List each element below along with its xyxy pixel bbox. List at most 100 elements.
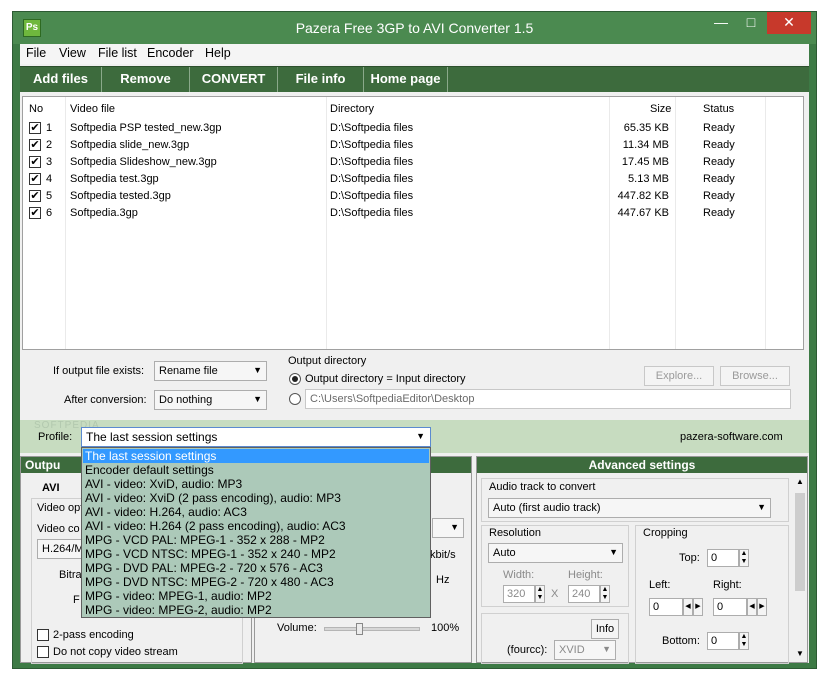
menu-view[interactable]: View bbox=[59, 46, 86, 60]
audio-codec-select[interactable]: ▼ bbox=[432, 518, 464, 538]
fourcc-select[interactable]: XVID ▼ bbox=[554, 640, 616, 660]
row-dir: D:\Softpedia files bbox=[330, 207, 414, 219]
fourcc-label: (fourcc): bbox=[507, 644, 548, 656]
menu-file-list[interactable]: File list bbox=[98, 46, 137, 60]
browse-button[interactable]: Browse... bbox=[720, 366, 790, 386]
row-dir: D:\Softpedia files bbox=[330, 122, 414, 134]
crop-right-input[interactable]: 0 bbox=[713, 598, 747, 616]
scroll-up-icon[interactable]: ▲ bbox=[796, 477, 804, 486]
profile-option[interactable]: MPG - DVD NTSC: MPEG-2 - 720 x 480 - AC3 bbox=[83, 575, 429, 589]
profile-option[interactable]: AVI - video: H.264, audio: AC3 bbox=[83, 505, 429, 519]
volume-slider-thumb[interactable] bbox=[356, 623, 363, 635]
header-no[interactable]: No bbox=[29, 103, 43, 115]
resolution-select[interactable]: Auto ▼ bbox=[488, 543, 623, 563]
profile-option[interactable]: AVI - video: XviD, audio: MP3 bbox=[83, 477, 429, 491]
table-row[interactable]: ✔ 6 Softpedia.3gp D:\Softpedia files 447… bbox=[23, 205, 803, 222]
crop-top-input[interactable]: 0 bbox=[707, 549, 739, 567]
crop-top-label: Top: bbox=[679, 552, 700, 564]
crop-right-spinner[interactable]: ◀ bbox=[747, 598, 757, 616]
header-video-file[interactable]: Video file bbox=[70, 103, 115, 115]
profile-option[interactable]: AVI - video: H.264 (2 pass encoding), au… bbox=[83, 519, 429, 533]
two-pass-checkbox[interactable] bbox=[37, 629, 49, 641]
crop-right-spinner-right[interactable]: ▶ bbox=[757, 598, 767, 616]
height-input[interactable]: 240 bbox=[568, 585, 600, 603]
no-copy-checkbox[interactable] bbox=[37, 646, 49, 658]
crop-left-spinner-right[interactable]: ▶ bbox=[693, 598, 703, 616]
file-info-button[interactable]: File info bbox=[278, 67, 364, 92]
add-files-button[interactable]: Add files bbox=[20, 67, 102, 92]
profile-option[interactable]: MPG - video: MPEG-2, audio: MP2 bbox=[83, 603, 429, 617]
row-checkbox[interactable]: ✔ bbox=[29, 207, 41, 219]
row-status: Ready bbox=[703, 207, 735, 219]
crop-right-label: Right: bbox=[713, 579, 742, 591]
minimize-button[interactable]: — bbox=[707, 12, 735, 34]
profile-option[interactable]: MPG - DVD PAL: MPEG-2 - 720 x 576 - AC3 bbox=[83, 561, 429, 575]
after-conversion-select[interactable]: Do nothing ▼ bbox=[154, 390, 267, 410]
crop-left-input[interactable]: 0 bbox=[649, 598, 683, 616]
profile-dropdown-list[interactable]: The last session settings Encoder default… bbox=[81, 447, 431, 618]
two-pass-label[interactable]: 2-pass encoding bbox=[53, 629, 134, 641]
website-link[interactable]: pazera-software.com bbox=[680, 431, 783, 443]
remove-button[interactable]: Remove bbox=[102, 67, 190, 92]
header-directory[interactable]: Directory bbox=[330, 103, 374, 115]
profile-option[interactable]: The last session settings bbox=[83, 449, 429, 463]
title-bar[interactable]: Ps Pazera Free 3GP to AVI Converter 1.5 … bbox=[13, 12, 816, 44]
row-checkbox[interactable]: ✔ bbox=[29, 139, 41, 151]
file-list-grid[interactable]: No Video file Directory Size Status ✔ 1 … bbox=[22, 96, 804, 350]
audio-track-select[interactable]: Auto (first audio track) ▼ bbox=[488, 498, 771, 518]
table-row[interactable]: ✔ 1 Softpedia PSP tested_new.3gp D:\Soft… bbox=[23, 120, 803, 137]
row-file: Softpedia.3gp bbox=[70, 207, 138, 219]
height-spinner[interactable]: ▲ ▼ bbox=[600, 585, 610, 603]
table-row[interactable]: ✔ 4 Softpedia test.3gp D:\Softpedia file… bbox=[23, 171, 803, 188]
table-row[interactable]: ✔ 2 Softpedia slide_new.3gp D:\Softpedia… bbox=[23, 137, 803, 154]
tab-avi[interactable]: AVI bbox=[42, 482, 60, 494]
same-directory-label[interactable]: Output directory = Input directory bbox=[305, 373, 466, 385]
close-button[interactable]: ✕ bbox=[767, 12, 811, 34]
menu-help[interactable]: Help bbox=[205, 46, 231, 60]
profile-select[interactable]: The last session settings ▼ bbox=[81, 427, 431, 447]
crop-bottom-spinner[interactable]: ▲ ▼ bbox=[739, 632, 749, 650]
menu-encoder[interactable]: Encoder bbox=[147, 46, 194, 60]
info-button[interactable]: Info bbox=[591, 619, 619, 639]
crop-bottom-input[interactable]: 0 bbox=[707, 632, 739, 650]
chevron-down-icon: ▼ bbox=[602, 644, 611, 654]
explore-button[interactable]: Explore... bbox=[644, 366, 714, 386]
profile-option[interactable]: MPG - VCD PAL: MPEG-1 - 352 x 288 - MP2 bbox=[83, 533, 429, 547]
row-checkbox[interactable]: ✔ bbox=[29, 156, 41, 168]
advanced-scrollbar[interactable]: ▲ ▼ bbox=[793, 475, 807, 662]
no-copy-label[interactable]: Do not copy video stream bbox=[53, 646, 178, 658]
after-conversion-label: After conversion: bbox=[64, 394, 147, 406]
custom-directory-input[interactable]: C:\Users\SoftpediaEditor\Desktop bbox=[305, 389, 791, 409]
width-spinner[interactable]: ▲ ▼ bbox=[535, 585, 545, 603]
profile-option[interactable]: AVI - video: XviD (2 pass encoding), aud… bbox=[83, 491, 429, 505]
row-dir: D:\Softpedia files bbox=[330, 190, 414, 202]
crop-left-spinner[interactable]: ◀ bbox=[683, 598, 693, 616]
custom-directory-radio[interactable] bbox=[289, 393, 301, 405]
header-status[interactable]: Status bbox=[703, 103, 734, 115]
row-checkbox[interactable]: ✔ bbox=[29, 190, 41, 202]
scroll-down-icon[interactable]: ▼ bbox=[796, 649, 804, 658]
scrollbar-thumb[interactable] bbox=[795, 493, 805, 591]
chevron-down-icon: ▼ bbox=[253, 365, 262, 375]
options-area: If output file exists: Rename file ▼ Aft… bbox=[20, 350, 809, 417]
table-row[interactable]: ✔ 5 Softpedia tested.3gp D:\Softpedia fi… bbox=[23, 188, 803, 205]
width-input[interactable]: 320 bbox=[503, 585, 535, 603]
crop-left-label: Left: bbox=[649, 579, 671, 591]
convert-button[interactable]: CONVERT bbox=[190, 67, 278, 92]
row-checkbox[interactable]: ✔ bbox=[29, 173, 41, 185]
profile-option[interactable]: MPG - video: MPEG-1, audio: MP2 bbox=[83, 589, 429, 603]
header-size[interactable]: Size bbox=[650, 103, 671, 115]
row-checkbox[interactable]: ✔ bbox=[29, 122, 41, 134]
profile-option[interactable]: Encoder default settings bbox=[83, 463, 429, 477]
same-directory-radio[interactable] bbox=[289, 373, 301, 385]
row-no: 3 bbox=[46, 156, 53, 168]
if-exists-select[interactable]: Rename file ▼ bbox=[154, 361, 267, 381]
crop-top-spinner[interactable]: ▲ ▼ bbox=[739, 549, 749, 567]
profile-option[interactable]: MPG - VCD NTSC: MPEG-1 - 352 x 240 - MP2 bbox=[83, 547, 429, 561]
maximize-button[interactable]: □ bbox=[737, 12, 765, 34]
table-row[interactable]: ✔ 3 Softpedia Slideshow_new.3gp D:\Softp… bbox=[23, 154, 803, 171]
volume-slider[interactable] bbox=[324, 623, 420, 635]
menu-file[interactable]: File bbox=[26, 46, 46, 60]
chevron-down-icon: ▼ bbox=[416, 431, 425, 441]
home-page-button[interactable]: Home page bbox=[364, 67, 448, 92]
